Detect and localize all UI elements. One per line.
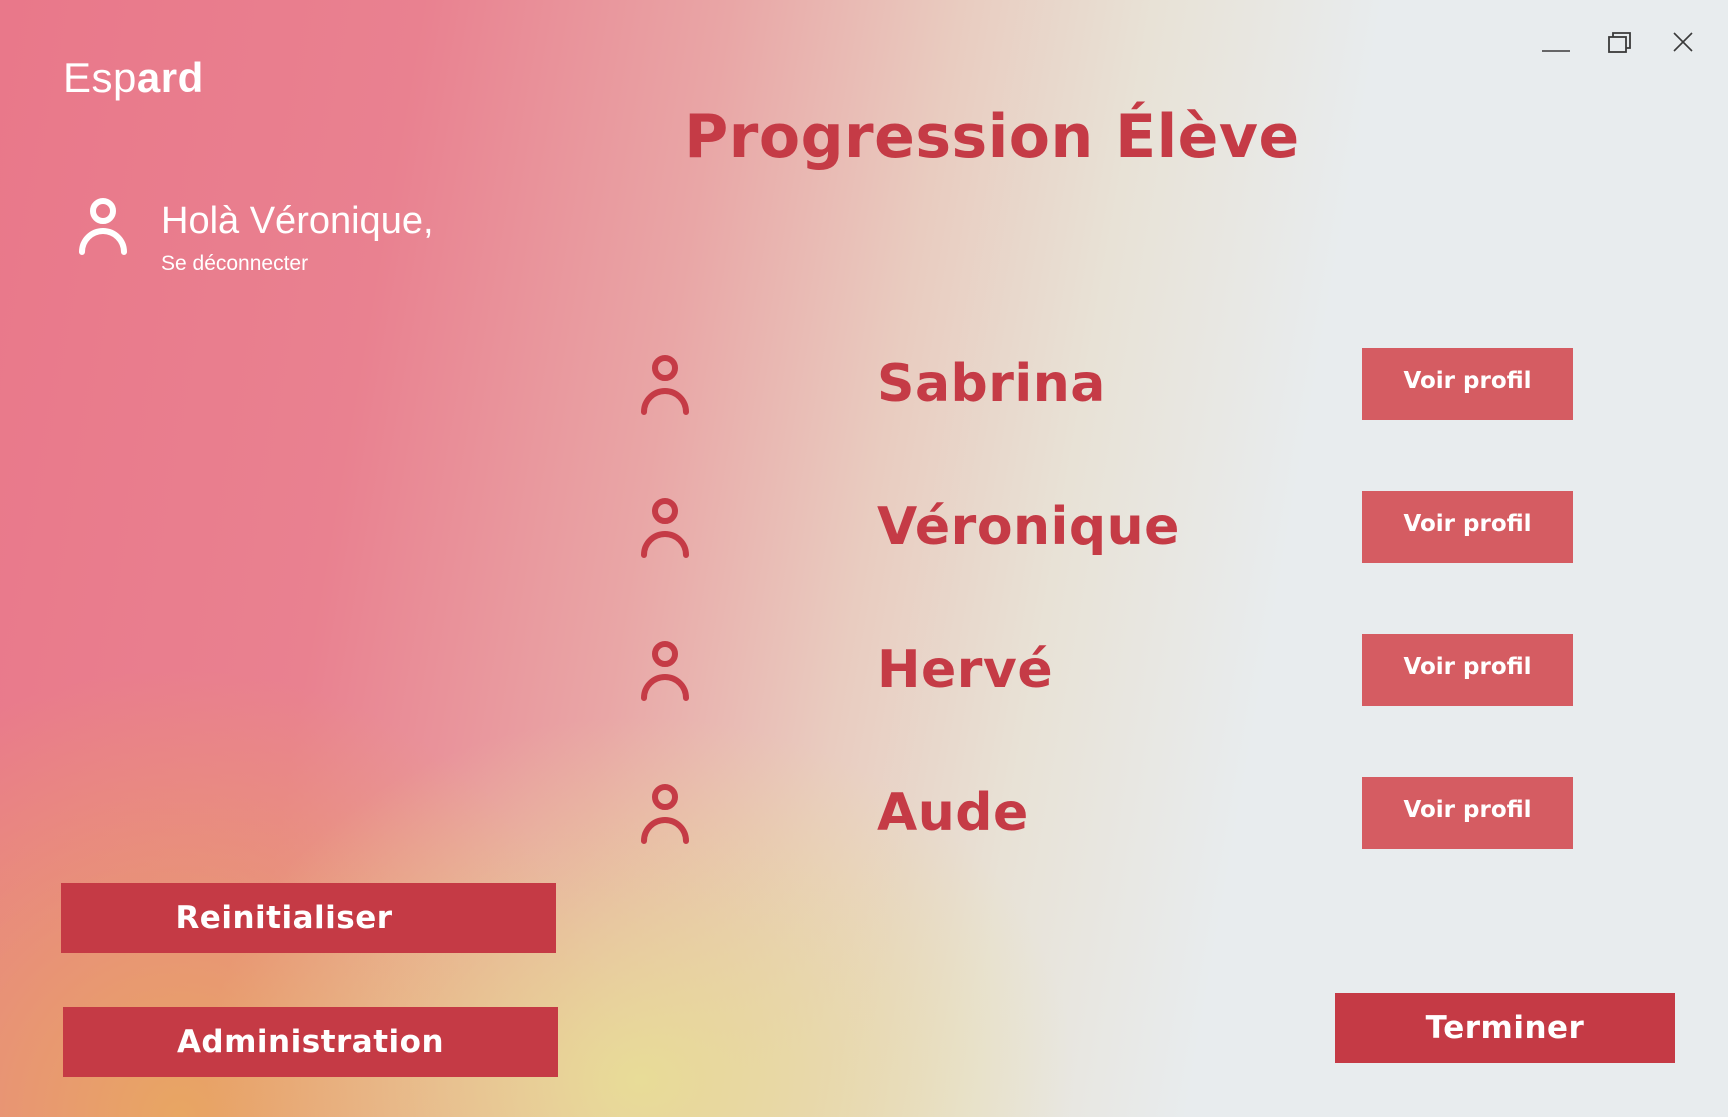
app-window: Espard Holà Véronique, Se déconnecter Pr… <box>0 0 1728 1117</box>
logo-light-part: Esp <box>63 54 137 101</box>
view-profile-button[interactable]: Voir profil <box>1362 634 1573 706</box>
close-icon <box>1673 32 1693 52</box>
student-row: Hervé Voir profil <box>0 634 1728 706</box>
restore-icon <box>1608 32 1631 53</box>
user-greeting: Holà Véronique, <box>161 200 434 242</box>
student-avatar-icon <box>640 497 690 559</box>
view-profile-button[interactable]: Voir profil <box>1362 491 1573 563</box>
student-avatar-icon <box>640 783 690 845</box>
student-avatar-icon <box>640 354 690 416</box>
page-title: Progression Élève <box>684 102 1300 172</box>
user-icon <box>78 196 128 256</box>
minimize-icon <box>1542 50 1570 52</box>
student-row: Sabrina Voir profil <box>0 348 1728 420</box>
reset-button[interactable]: Reinitialiser <box>61 883 556 953</box>
student-name: Sabrina <box>877 354 1106 414</box>
view-profile-button[interactable]: Voir profil <box>1362 777 1573 849</box>
app-logo: Espard <box>63 54 204 102</box>
student-name: Hervé <box>877 640 1054 700</box>
administration-button[interactable]: Administration <box>63 1007 558 1077</box>
student-avatar-icon <box>640 640 690 702</box>
student-name: Véronique <box>877 497 1180 557</box>
minimize-button[interactable] <box>1536 28 1576 58</box>
student-name: Aude <box>877 783 1029 843</box>
finish-button[interactable]: Terminer <box>1335 993 1675 1063</box>
close-button[interactable] <box>1663 28 1703 58</box>
student-row: Aude Voir profil <box>0 777 1728 849</box>
maximize-button[interactable] <box>1600 28 1640 58</box>
student-row: Véronique Voir profil <box>0 491 1728 563</box>
logo-bold-part: ard <box>136 54 204 101</box>
view-profile-button[interactable]: Voir profil <box>1362 348 1573 420</box>
logout-link[interactable]: Se déconnecter <box>161 252 308 276</box>
